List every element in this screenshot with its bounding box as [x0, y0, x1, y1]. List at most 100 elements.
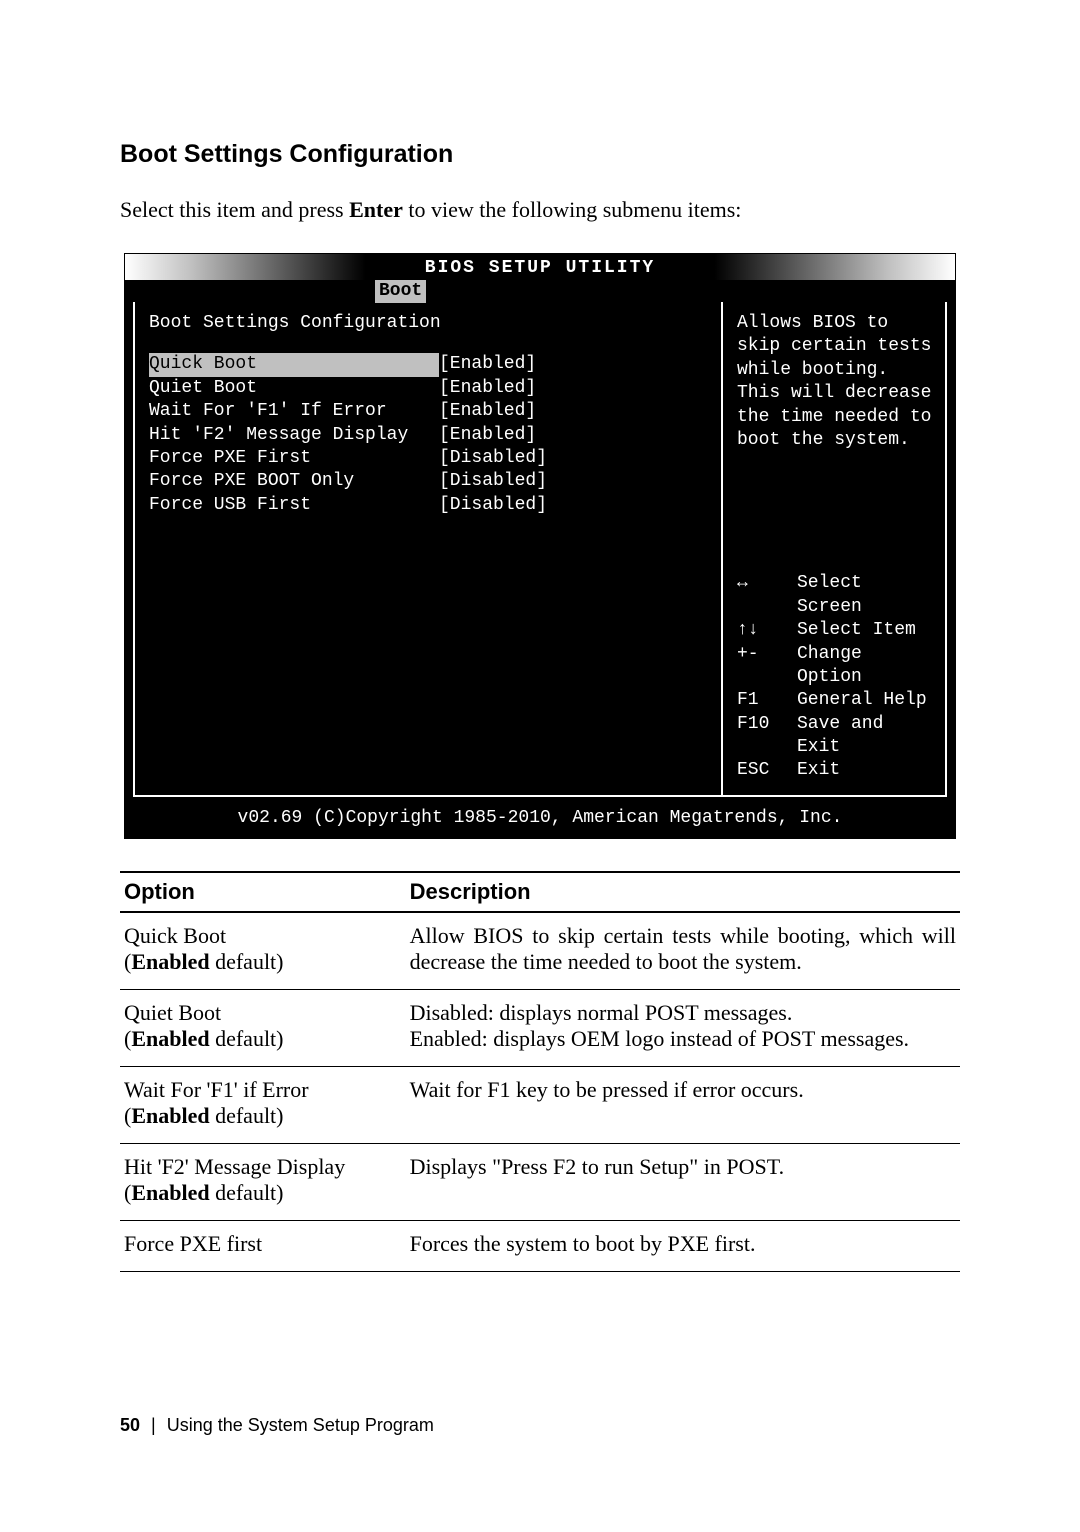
option-default: (Enabled default): [124, 1103, 402, 1129]
bios-key: ↑↓: [737, 619, 797, 642]
option-default: (Enabled default): [124, 1180, 402, 1206]
bios-key-label: Select Item: [797, 619, 916, 642]
bios-key-row: F10Save and Exit: [737, 713, 935, 760]
description-line: Disabled: displays normal POST messages.: [410, 1000, 956, 1026]
bios-key-label: General Help: [797, 689, 927, 712]
bios-option-list: Quick Boot[Enabled]Quiet Boot[Enabled]Wa…: [149, 353, 707, 517]
bios-option-row[interactable]: Quick Boot[Enabled]: [149, 353, 707, 376]
bios-option-row[interactable]: Force PXE BOOT Only[Disabled]: [149, 470, 707, 493]
bios-copyright: v02.69 (C)Copyright 1985-2010, American …: [125, 803, 955, 838]
bios-key-row: F1General Help: [737, 689, 935, 712]
bios-option-value: [Disabled]: [439, 470, 547, 493]
option-cell: Quick Boot(Enabled default): [120, 912, 406, 990]
option-cell: Quiet Boot(Enabled default): [120, 990, 406, 1067]
bios-key: +-: [737, 643, 797, 690]
description-line: Allow BIOS to skip certain tests while b…: [410, 923, 956, 975]
options-table: Option Description Quick Boot(Enabled de…: [120, 871, 960, 1272]
options-th-description: Description: [406, 872, 960, 912]
bios-key-row: ESCExit: [737, 759, 935, 782]
bios-key: F10: [737, 713, 797, 760]
bios-tab-boot[interactable]: Boot: [375, 280, 426, 303]
bios-option-row[interactable]: Hit 'F2' Message Display[Enabled]: [149, 424, 707, 447]
table-row: Quick Boot(Enabled default)Allow BIOS to…: [120, 912, 960, 990]
table-row: Quiet Boot(Enabled default)Disabled: dis…: [120, 990, 960, 1067]
option-name: Quiet Boot: [124, 1000, 402, 1026]
bios-key-row: ↔Select Screen: [737, 572, 935, 619]
bios-option-value: [Enabled]: [439, 400, 536, 423]
bios-screenshot: BIOS SETUP UTILITY Boot Boot Settings Co…: [124, 253, 956, 839]
table-row: Force PXE firstForces the system to boot…: [120, 1221, 960, 1272]
manual-page: Boot Settings Configuration Select this …: [0, 0, 1080, 1532]
bios-option-value: [Enabled]: [439, 377, 536, 400]
option-cell: Force PXE first: [120, 1221, 406, 1272]
intro-text: Select this item and press Enter to view…: [120, 197, 960, 223]
description-cell: Wait for F1 key to be pressed if error o…: [406, 1067, 960, 1144]
bios-key: ↔: [737, 572, 797, 619]
option-name: Wait For 'F1' if Error: [124, 1077, 402, 1103]
paren-close: default): [210, 1180, 284, 1205]
description-cell: Displays "Press F2 to run Setup" in POST…: [406, 1144, 960, 1221]
bios-option-value: [Enabled]: [439, 424, 536, 447]
option-default: (Enabled default): [124, 949, 402, 975]
paren-close: default): [210, 1103, 284, 1128]
description-cell: Forces the system to boot by PXE first.: [406, 1221, 960, 1272]
bios-key: ESC: [737, 759, 797, 782]
options-th-option: Option: [120, 872, 406, 912]
description-line: Forces the system to boot by PXE first.: [410, 1231, 956, 1257]
paren-close: default): [210, 1026, 284, 1051]
default-word: Enabled: [131, 949, 209, 974]
bios-option-row[interactable]: Force PXE First[Disabled]: [149, 447, 707, 470]
bios-left-panel: Boot Settings Configuration Quick Boot[E…: [133, 302, 723, 797]
description-line: Enabled: displays OEM logo instead of PO…: [410, 1026, 956, 1052]
bios-key-legend: ↔Select Screen↑↓Select Item+-Change Opti…: [737, 572, 935, 783]
paren-close: default): [210, 949, 284, 974]
page-footer: 50 | Using the System Setup Program: [120, 1415, 434, 1436]
description-cell: Allow BIOS to skip certain tests while b…: [406, 912, 960, 990]
chapter-title: Using the System Setup Program: [167, 1415, 434, 1435]
intro-suffix: to view the following submenu items:: [403, 197, 742, 222]
description-cell: Disabled: displays normal POST messages.…: [406, 990, 960, 1067]
bios-option-row[interactable]: Quiet Boot[Enabled]: [149, 377, 707, 400]
bios-title: BIOS SETUP UTILITY: [425, 254, 655, 280]
option-default: (Enabled default): [124, 1026, 402, 1052]
option-name: Quick Boot: [124, 923, 402, 949]
bios-option-value: [Enabled]: [439, 353, 536, 376]
bios-key-label: Save and Exit: [797, 713, 935, 760]
table-row: Hit 'F2' Message Display(Enabled default…: [120, 1144, 960, 1221]
table-header-row: Option Description: [120, 872, 960, 912]
bios-key-label: Exit: [797, 759, 840, 782]
intro-enter: Enter: [349, 197, 403, 222]
bios-titlebar: BIOS SETUP UTILITY: [125, 254, 955, 280]
intro-prefix: Select this item and press: [120, 197, 349, 222]
bios-option-label: Force PXE First: [149, 447, 439, 470]
bios-section-title: Boot Settings Configuration: [149, 312, 707, 335]
table-row: Wait For 'F1' if Error(Enabled default)W…: [120, 1067, 960, 1144]
default-word: Enabled: [131, 1026, 209, 1051]
option-cell: Wait For 'F1' if Error(Enabled default): [120, 1067, 406, 1144]
bios-option-label: Force PXE BOOT Only: [149, 470, 439, 493]
bios-option-label: Quiet Boot: [149, 377, 439, 400]
option-cell: Hit 'F2' Message Display(Enabled default…: [120, 1144, 406, 1221]
bios-option-value: [Disabled]: [439, 494, 547, 517]
section-heading: Boot Settings Configuration: [120, 140, 960, 169]
bios-option-row[interactable]: Wait For 'F1' If Error[Enabled]: [149, 400, 707, 423]
bios-option-value: [Disabled]: [439, 447, 547, 470]
option-name: Hit 'F2' Message Display: [124, 1154, 402, 1180]
description-line: Wait for F1 key to be pressed if error o…: [410, 1077, 956, 1103]
bios-option-label: Hit 'F2' Message Display: [149, 424, 439, 447]
default-word: Enabled: [131, 1103, 209, 1128]
bios-option-label: Force USB First: [149, 494, 439, 517]
bios-key-label: Change Option: [797, 643, 935, 690]
bios-option-row[interactable]: Force USB First[Disabled]: [149, 494, 707, 517]
bios-key-row: ↑↓Select Item: [737, 619, 935, 642]
bios-option-label: Wait For 'F1' If Error: [149, 400, 439, 423]
bios-option-label: Quick Boot: [149, 353, 439, 376]
bios-key-label: Select Screen: [797, 572, 935, 619]
bios-body: Boot Settings Configuration Quick Boot[E…: [125, 302, 955, 803]
bios-help-text: Allows BIOS to skip certain tests while …: [737, 312, 935, 452]
bios-right-panel: Allows BIOS to skip certain tests while …: [723, 302, 947, 797]
bios-key: F1: [737, 689, 797, 712]
bios-key-row: +-Change Option: [737, 643, 935, 690]
description-line: Displays "Press F2 to run Setup" in POST…: [410, 1154, 956, 1180]
default-word: Enabled: [131, 1180, 209, 1205]
